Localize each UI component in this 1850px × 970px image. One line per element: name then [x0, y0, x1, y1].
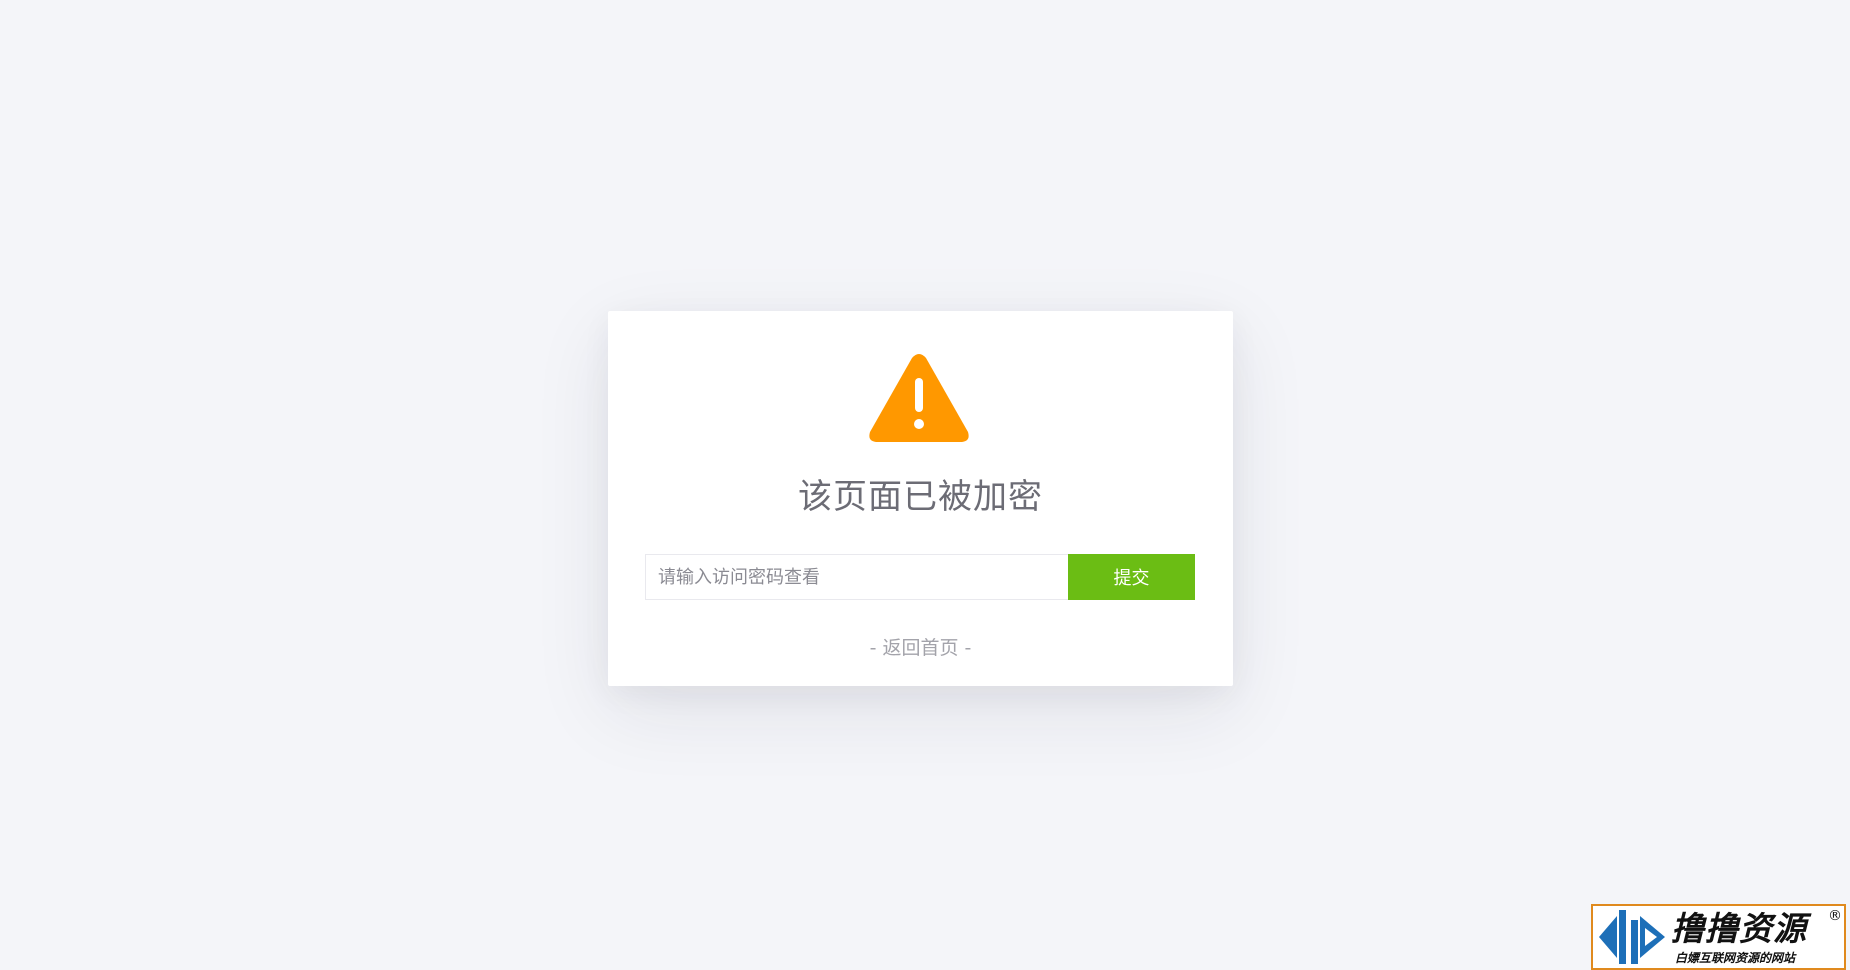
password-card: 该页面已被加密 提交 - 返回首页 - [608, 311, 1233, 686]
encrypted-page: 该页面已被加密 提交 - 返回首页 - 撸撸资源 ® 白嫖互联网资源的网站 [0, 0, 1850, 970]
site-watermark: 撸撸资源 ® 白嫖互联网资源的网站 [1591, 904, 1846, 970]
password-form: 提交 [645, 554, 1195, 600]
watermark-text: 撸撸资源 ® 白嫖互联网资源的网站 [1671, 906, 1844, 968]
watermark-subtitle: 白嫖互联网资源的网站 [1675, 951, 1796, 965]
back-home-link[interactable]: - 返回首页 - [608, 635, 1233, 661]
warning-triangle-icon [869, 354, 969, 442]
password-input[interactable] [645, 554, 1068, 600]
page-title: 该页面已被加密 [798, 477, 1043, 517]
registered-mark: ® [1828, 908, 1842, 924]
watermark-title: 撸撸资源 [1671, 909, 1807, 948]
submit-button[interactable]: 提交 [1068, 554, 1195, 600]
lulu-logo-icon [1599, 910, 1665, 964]
